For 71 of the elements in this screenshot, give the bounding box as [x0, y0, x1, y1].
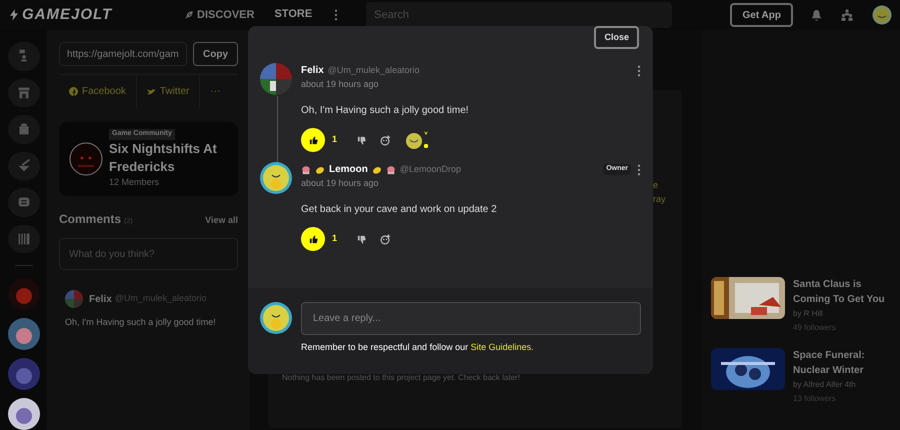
comment-text: Get back in your cave and work on update 2: [301, 203, 498, 217]
comment-field[interactable]: What do you think?: [59, 238, 238, 270]
member-count: 12 Members: [109, 176, 160, 188]
like-count: 1: [332, 232, 338, 246]
guideline-text: Remember to be respectful and follow our Site Guidelines.: [301, 341, 535, 354]
user-avatar-icon[interactable]: [260, 162, 292, 194]
link-text[interactable]: e: [653, 178, 666, 192]
cupcake-icon: [301, 164, 311, 174]
timestamp: about 19 hours ago: [301, 177, 380, 190]
sidebar-button[interactable]: [8, 152, 40, 180]
more-icon[interactable]: [637, 164, 641, 176]
user-avatar-icon[interactable]: [260, 302, 292, 334]
bolt-icon: [10, 9, 18, 21]
game-title[interactable]: Santa Claus is Coming To Get You: [793, 277, 893, 307]
thumbs-down-icon[interactable]: [357, 136, 366, 144]
facebook-icon: [69, 87, 78, 96]
more-icon[interactable]: [334, 9, 338, 21]
comment-text: Oh, I'm Having such a jolly good time!: [301, 104, 470, 118]
add-reaction-icon[interactable]: [380, 234, 392, 244]
leaf-icon: [185, 11, 193, 19]
link-text[interactable]: ray: [653, 192, 666, 206]
game-avatar-icon[interactable]: [8, 318, 40, 350]
user-name[interactable]: Felix: [301, 63, 324, 78]
share-link[interactable]: Twitter: [136, 75, 200, 108]
guidelines-link[interactable]: Site Guidelines.: [470, 342, 534, 352]
people-icon[interactable]: [840, 9, 854, 21]
view-all-link[interactable]: View all: [205, 214, 238, 228]
get-app-button[interactable]: Get App: [730, 3, 793, 27]
game-author[interactable]: by Alfred Alfer 4th: [793, 378, 893, 392]
game-title[interactable]: Space Funeral: Nuclear Winter: [793, 348, 893, 378]
avatar-icon[interactable]: [872, 5, 892, 25]
community-name[interactable]: Six Nightshifts At Fredericks: [109, 140, 238, 176]
add-reaction-icon[interactable]: [380, 134, 392, 146]
cupcake-icon: [386, 164, 396, 174]
lemon-icon: [372, 164, 382, 174]
bell-icon[interactable]: [811, 8, 822, 22]
sidebar-button[interactable]: [8, 188, 40, 217]
thumbs-down-icon[interactable]: [357, 234, 366, 244]
comments-heading: Comments: [59, 211, 122, 228]
url-field[interactable]: https://gamejolt.com/gam: [59, 42, 187, 66]
reply-field[interactable]: Leave a reply...: [301, 302, 641, 335]
reaction-sticker-icon[interactable]: [405, 130, 430, 150]
sidebar-button[interactable]: [8, 42, 40, 71]
share-link[interactable]: Facebook: [59, 75, 136, 108]
game-avatar-icon[interactable]: [8, 398, 40, 430]
lemon-icon: [315, 164, 325, 174]
empty-message: Nothing has been posted to this project page yet. Check back later!: [282, 372, 520, 384]
close-button[interactable]: Close: [594, 26, 639, 49]
bird-icon: [146, 88, 156, 96]
user-handle[interactable]: @Um_mulek_aleatorio: [328, 64, 420, 78]
like-button[interactable]: [301, 128, 325, 152]
user-avatar-icon[interactable]: [260, 63, 292, 95]
game-author[interactable]: by R Hill: [793, 307, 893, 321]
share-link[interactable]: ···: [199, 75, 230, 108]
logo-text[interactable]: GAMEJOLT: [22, 4, 112, 26]
like-button[interactable]: [301, 227, 325, 251]
user-handle[interactable]: @LemoonDrop: [400, 162, 462, 176]
like-count: 1: [332, 133, 338, 146]
sidebar-button[interactable]: [8, 78, 40, 108]
nav-tab[interactable]: DISCOVER: [175, 0, 264, 30]
thumbs-up-icon: [308, 234, 318, 244]
more-icon[interactable]: [637, 64, 641, 76]
comment-text: Oh, I'm Having such a jolly good time!: [64, 316, 217, 329]
user-name[interactable]: Lemoon: [329, 162, 368, 177]
timestamp: about 19 hours ago: [301, 78, 380, 91]
user-name[interactable]: Felix: [89, 292, 112, 306]
sidebar-button[interactable]: [8, 115, 40, 144]
thumbs-up-icon: [308, 136, 318, 144]
copy-button[interactable]: Copy: [193, 42, 238, 66]
community-avatar-icon: [69, 142, 103, 176]
sidebar-button[interactable]: [8, 224, 40, 254]
